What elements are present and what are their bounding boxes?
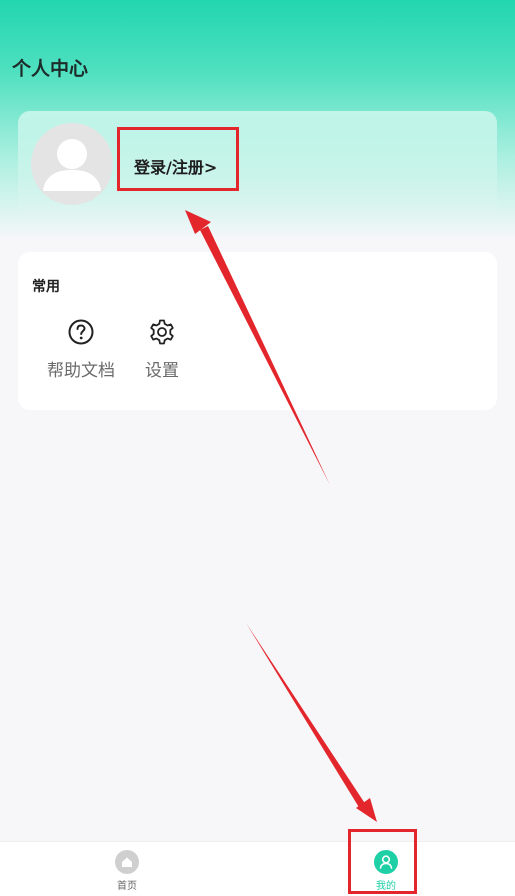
page-title: 个人中心: [12, 58, 89, 80]
section-title: 常用: [32, 279, 60, 295]
help-docs-label: 帮助文档: [47, 361, 115, 381]
avatar[interactable]: [31, 123, 113, 205]
tab-home[interactable]: 首页: [97, 850, 157, 892]
tab-home-label: 首页: [117, 881, 137, 892]
arrow-to-mine-head: [356, 798, 377, 822]
arrow-to-mine: [246, 623, 366, 809]
bottom-tab-bar: 首页 我的: [0, 841, 515, 896]
common-tools-card: 常用 帮助文档 设置: [18, 252, 497, 410]
tab-mine-label: 我的: [376, 881, 396, 892]
profile-card: 登录/注册>: [18, 111, 497, 219]
home-icon: [115, 850, 139, 874]
help-docs-item[interactable]: 帮助文档: [43, 318, 119, 381]
settings-label: 设置: [145, 361, 179, 381]
help-circle-icon: [68, 319, 94, 345]
default-avatar-icon: [43, 139, 101, 191]
login-register-link[interactable]: 登录/注册>: [134, 154, 217, 178]
user-icon: [374, 850, 398, 874]
gear-icon: [150, 319, 174, 345]
settings-item[interactable]: 设置: [139, 318, 185, 381]
tab-mine[interactable]: 我的: [356, 850, 416, 892]
